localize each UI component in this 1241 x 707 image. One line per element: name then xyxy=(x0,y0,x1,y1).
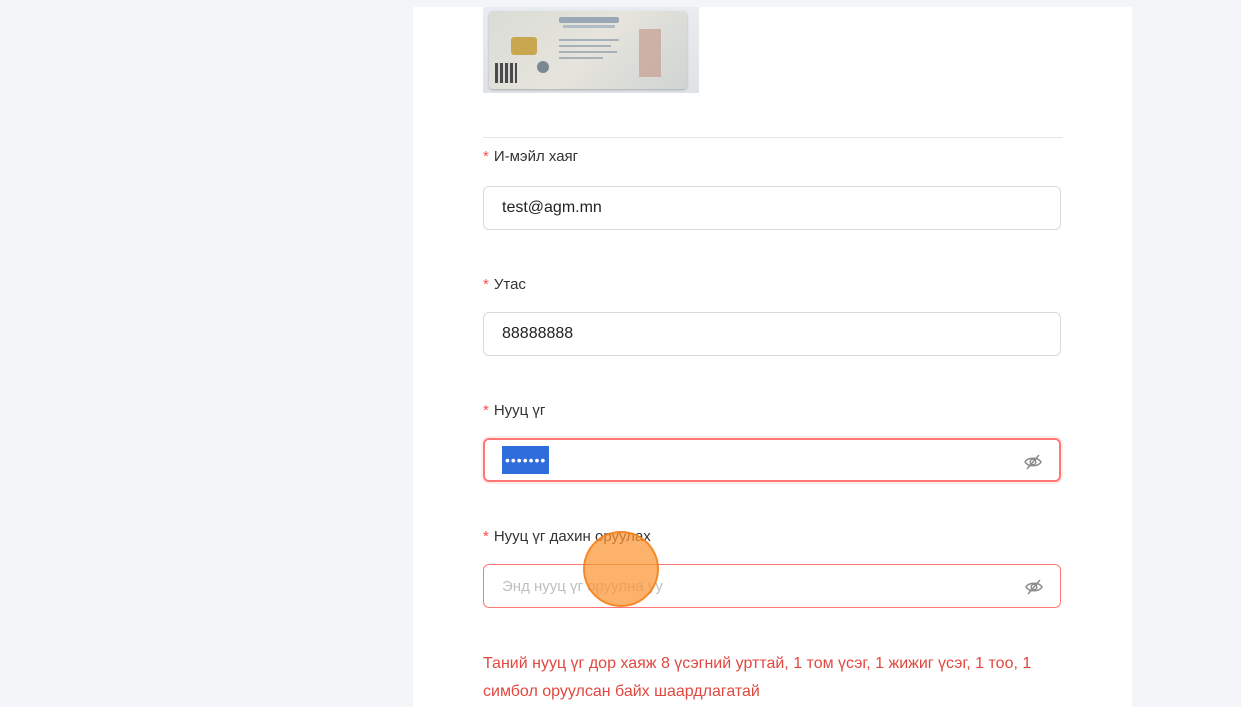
phone-value: 88888888 xyxy=(502,325,574,342)
password-error-message: Таний нууц үг дор хаяж 8 үсэгний урттай,… xyxy=(483,655,1032,700)
password-input[interactable]: ••••••• xyxy=(483,438,1061,482)
required-mark: * xyxy=(483,148,489,165)
email-value: test@agm.mn xyxy=(502,199,602,216)
required-mark: * xyxy=(483,528,489,545)
section-divider xyxy=(483,137,1063,138)
phone-label-text: Утас xyxy=(493,276,526,293)
confirm-password-input[interactable]: Энд нууц үг оруулна уу xyxy=(483,564,1061,608)
required-mark: * xyxy=(483,402,489,419)
password-label: * Нууц үг xyxy=(483,402,545,419)
required-mark: * xyxy=(483,276,489,293)
phone-label: * Утас xyxy=(483,276,526,293)
email-input[interactable]: test@agm.mn xyxy=(483,186,1061,230)
password-label-text: Нууц үг xyxy=(493,402,546,419)
phone-input[interactable]: 88888888 xyxy=(483,312,1061,356)
eye-slash-icon[interactable] xyxy=(1024,577,1044,597)
email-label-text: И-мэйл хаяг xyxy=(493,148,579,165)
cursor-click-indicator xyxy=(583,531,659,607)
password-value-selected: ••••••• xyxy=(502,446,550,474)
eye-slash-icon[interactable] xyxy=(1023,452,1043,472)
id-card-image xyxy=(483,7,699,93)
email-label: * И-мэйл хаяг xyxy=(483,148,578,165)
registration-card: * И-мэйл хаяг test@agm.mn * Утас 88888888 … xyxy=(413,7,1132,707)
